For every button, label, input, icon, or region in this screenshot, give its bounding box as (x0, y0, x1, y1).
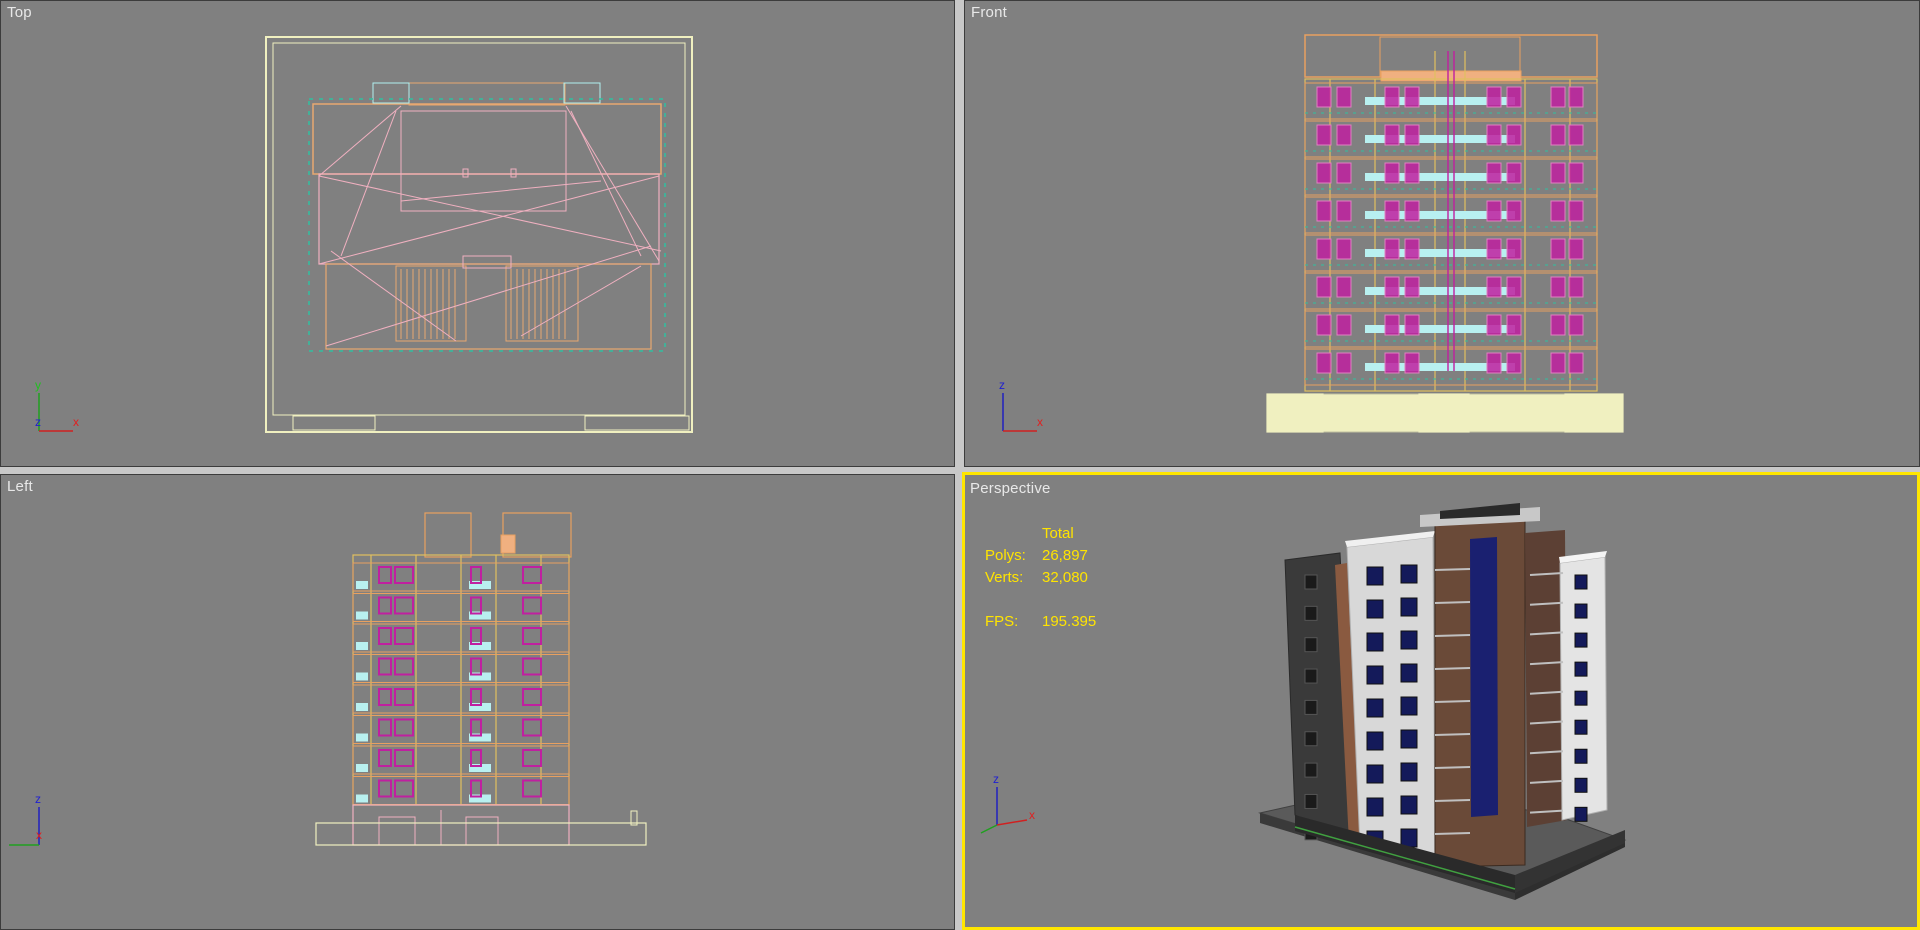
top-view-wireframe: y z x (35, 36, 693, 433)
axis-gizmo-front: z x (999, 378, 1043, 432)
axis-label-x: x (1037, 415, 1043, 429)
axis-label-x: x (1029, 808, 1035, 822)
axis-gizmo-left: z x (9, 792, 42, 846)
front-view-wireframe: z x (999, 34, 1624, 433)
top-viewport[interactable]: Top y z x (0, 0, 955, 467)
perspective-viewport[interactable]: Perspective Total Polys: 26,897 Verts: 32,… (962, 472, 1920, 930)
axis-gizmo-perspective: z x (980, 772, 1035, 834)
axis-label-x: x (36, 828, 42, 842)
axis-label-z: z (35, 415, 41, 429)
left-view-wireframe: z x (9, 512, 647, 846)
front-viewport[interactable]: Front z x (964, 0, 1920, 467)
perspective-building-render: z x (980, 503, 1627, 900)
left-viewport[interactable]: Left z x (0, 474, 955, 930)
axis-label-z: z (993, 772, 999, 786)
axis-gizmo-top: y z x (35, 378, 79, 432)
axis-label-z: z (35, 792, 41, 806)
axis-label-x: x (73, 415, 79, 429)
axis-label-z: z (999, 378, 1005, 392)
axis-label-y: y (35, 378, 41, 392)
